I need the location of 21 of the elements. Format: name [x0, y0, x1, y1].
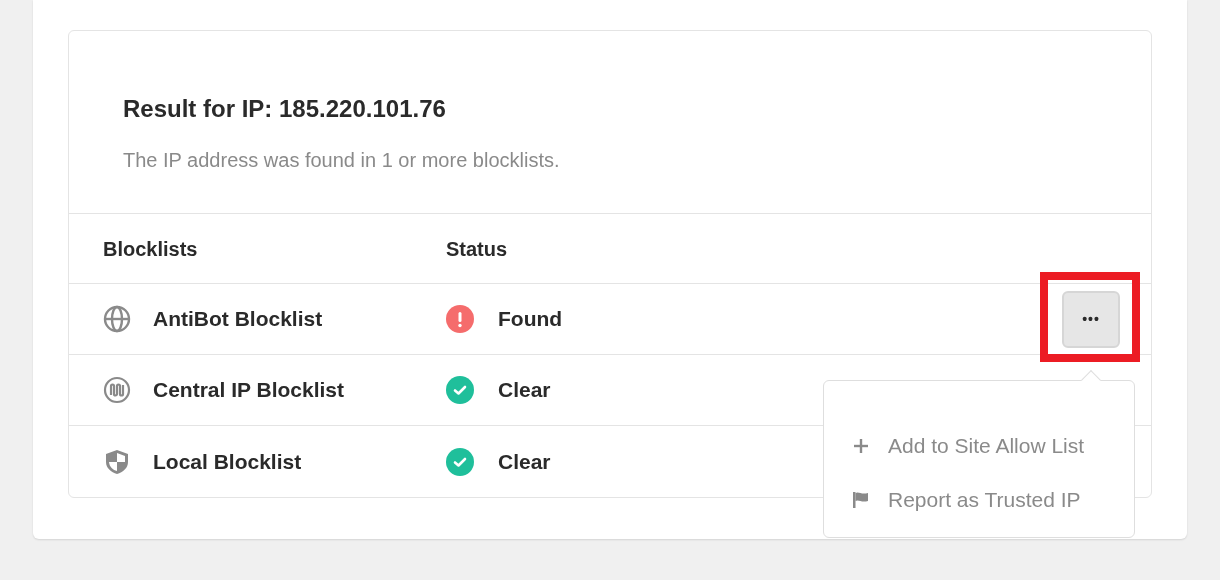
shield-icon [103, 447, 131, 476]
flag-icon [852, 491, 870, 509]
menu-item[interactable]: Report as Trusted IP [852, 473, 1106, 527]
blocklist-name: Central IP Blocklist [153, 377, 344, 404]
check-icon [446, 376, 474, 404]
column-header: Blocklists [103, 236, 199, 262]
status-text: Found [498, 306, 563, 333]
check-icon [446, 447, 474, 476]
menu-item[interactable]: Add to Site Allow List [852, 419, 1106, 473]
result-description: The IP address was found in 1 or more blocklists. [123, 148, 561, 172]
plus-icon [853, 438, 869, 454]
globe-icon [103, 305, 131, 333]
more-button[interactable]: ••• [1062, 290, 1120, 348]
column-header: Status [446, 236, 508, 262]
alert-icon [446, 305, 474, 333]
status-text: Clear [498, 448, 551, 475]
blocklist-name: Local Blocklist [153, 448, 302, 475]
waveform-icon [103, 376, 131, 404]
result-title: Result for IP: 185.220.101.76 [123, 94, 447, 124]
blocklist-name: AntiBot Blocklist [153, 306, 323, 333]
status-text: Clear [498, 377, 551, 404]
